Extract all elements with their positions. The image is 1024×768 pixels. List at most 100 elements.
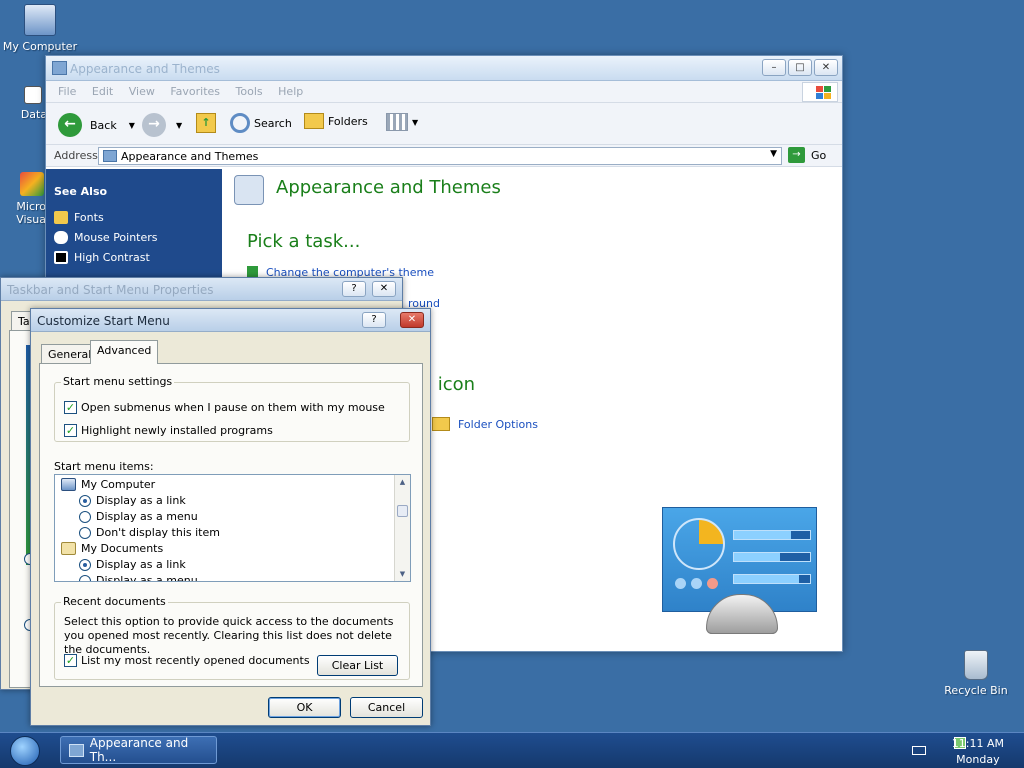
checkbox-checked-icon: ✓ xyxy=(64,424,77,437)
radio-icon xyxy=(79,526,91,539)
checkbox-label: Highlight newly installed programs xyxy=(81,424,273,437)
close-button[interactable]: ✕ xyxy=(400,312,424,328)
back-arrow-icon: ← xyxy=(58,113,82,137)
maximize-button[interactable]: □ xyxy=(788,59,812,76)
computer-icon xyxy=(61,478,76,491)
page-title: Appearance and Themes xyxy=(276,177,501,198)
open-submenus-checkbox[interactable]: ✓ Open submenus when I pause on them wit… xyxy=(64,401,385,414)
up-folder-button[interactable]: ↑ xyxy=(196,113,216,133)
sidebar-heading: See Also xyxy=(54,185,108,198)
close-button[interactable]: ✕ xyxy=(372,281,396,297)
help-button[interactable]: ? xyxy=(342,281,366,297)
start-menu-items-list[interactable]: My Computer Display as a link Display as… xyxy=(54,474,411,582)
sidebar-item-mouse-pointers[interactable]: Mouse Pointers xyxy=(54,231,158,244)
scroll-up-icon[interactable]: ▲ xyxy=(395,475,410,489)
start-button[interactable] xyxy=(10,736,40,766)
menu-file[interactable]: File xyxy=(58,81,76,103)
desktop-icon-label: Micro Visua xyxy=(16,200,46,226)
address-bar: Address Appearance and Themes ▼ → Go xyxy=(46,145,842,167)
menu-view[interactable]: View xyxy=(129,81,155,103)
checkbox-label: List my most recently opened documents xyxy=(81,654,310,667)
explorer-titlebar[interactable]: Appearance and Themes – □ ✕ xyxy=(46,56,842,81)
help-button[interactable]: ? xyxy=(362,312,386,328)
contrast-icon xyxy=(54,251,68,264)
close-button[interactable]: ✕ xyxy=(814,59,838,76)
computer-icon xyxy=(24,4,56,36)
go-button[interactable]: → Go xyxy=(788,147,826,163)
views-button[interactable]: ▼ xyxy=(386,113,418,131)
window-icon xyxy=(52,61,67,75)
radio-display-as-menu[interactable]: Display as a menu xyxy=(79,510,198,523)
folder-options-icon xyxy=(432,417,450,431)
sidebar-item-fonts[interactable]: Fonts xyxy=(54,211,104,224)
clear-list-button[interactable]: Clear List xyxy=(317,655,398,676)
radio-selected-icon xyxy=(79,494,91,507)
control-panel-icon xyxy=(69,743,84,757)
back-button[interactable]: ← Back ▼ xyxy=(58,113,135,137)
radio-label: Display as a menu xyxy=(96,510,198,523)
chevron-down-icon[interactable]: ▼ xyxy=(176,121,182,130)
address-input[interactable]: Appearance and Themes ▼ xyxy=(98,147,782,165)
menu-tools[interactable]: Tools xyxy=(236,81,263,103)
group-label: Recent documents xyxy=(61,595,168,608)
scroll-down-icon[interactable]: ▼ xyxy=(395,567,410,581)
pick-task-heading: Pick a task... xyxy=(247,231,361,252)
radio-display-as-link[interactable]: Display as a link xyxy=(79,494,186,507)
window-title: Appearance and Themes xyxy=(70,62,220,76)
desktop-icon-recycle-bin[interactable]: Recycle Bin xyxy=(936,650,1016,697)
forward-arrow-icon: → xyxy=(142,113,166,137)
radio-icon xyxy=(79,574,91,581)
menu-bar: File Edit View Favorites Tools Help xyxy=(46,81,842,103)
radio-dont-display[interactable]: Don't display this item xyxy=(79,526,220,539)
app-icon xyxy=(20,172,44,196)
scroll-thumb[interactable] xyxy=(397,505,408,517)
control-panel-icon-heading: l icon xyxy=(427,374,476,395)
desktop-icon-microsoft-visual[interactable]: Micro Visua xyxy=(0,172,46,226)
radio-display-as-link[interactable]: Display as a link xyxy=(79,558,186,571)
folders-icon xyxy=(304,113,324,129)
desktop-icon-my-computer[interactable]: My Computer xyxy=(0,4,80,53)
radio-label: Don't display this item xyxy=(96,526,220,539)
customize-titlebar[interactable]: Customize Start Menu ? ✕ xyxy=(31,309,430,332)
back-label: Back xyxy=(90,118,117,132)
dialog-title: Taskbar and Start Menu Properties xyxy=(7,283,214,297)
recent-description: Select this option to provide quick acce… xyxy=(64,615,394,656)
mouse-icon xyxy=(54,231,68,244)
control-panel-icon xyxy=(103,150,117,162)
folder-options-link[interactable]: Folder Options xyxy=(432,417,538,431)
chevron-down-icon[interactable]: ▼ xyxy=(770,149,777,159)
list-recent-checkbox[interactable]: ✓ List my most recently opened documents xyxy=(64,654,310,667)
menu-edit[interactable]: Edit xyxy=(92,81,113,103)
menu-favorites[interactable]: Favorites xyxy=(170,81,220,103)
search-button[interactable]: Search xyxy=(230,113,292,133)
tab-advanced[interactable]: Advanced xyxy=(90,340,159,364)
chevron-down-icon[interactable]: ▼ xyxy=(129,121,135,130)
taskbar-properties-titlebar[interactable]: Taskbar and Start Menu Properties ? ✕ xyxy=(1,278,402,301)
sidebar-item-label: High Contrast xyxy=(74,251,150,264)
arrow-icon xyxy=(247,266,258,277)
clock[interactable]: 11:11 AM Monday xyxy=(952,736,1004,768)
customize-start-menu-dialog: Customize Start Menu ? ✕ General Advance… xyxy=(30,308,431,726)
documents-icon xyxy=(61,542,76,555)
ok-button[interactable]: OK xyxy=(268,697,341,718)
desktop-icon-label: My Computer xyxy=(2,40,78,53)
minimize-button[interactable]: – xyxy=(762,59,786,76)
radio-label: Display as a link xyxy=(96,558,186,571)
list-scrollbar[interactable]: ▲ ▼ xyxy=(394,475,410,581)
highlight-programs-checkbox[interactable]: ✓ Highlight newly installed programs xyxy=(64,424,273,437)
folder-options-label: Folder Options xyxy=(458,417,538,431)
checkbox-checked-icon: ✓ xyxy=(64,654,77,667)
keyboard-icon[interactable] xyxy=(912,746,926,755)
cancel-button[interactable]: Cancel xyxy=(350,697,423,718)
forward-button[interactable]: → ▼ xyxy=(142,113,182,137)
radio-display-as-menu[interactable]: Display as a menu xyxy=(79,574,198,581)
taskbar: Appearance and Th... 11:11 AM Monday xyxy=(0,732,1024,768)
radio-icon xyxy=(79,510,91,523)
sidebar-item-high-contrast[interactable]: High Contrast xyxy=(54,251,150,264)
desktop-icon-label: Recycle Bin xyxy=(944,684,1008,697)
address-value: Appearance and Themes xyxy=(121,150,259,163)
menu-help[interactable]: Help xyxy=(278,81,303,103)
folders-button[interactable]: Folders xyxy=(304,113,368,129)
taskbar-task-appearance[interactable]: Appearance and Th... xyxy=(60,736,217,764)
chevron-down-icon[interactable]: ▼ xyxy=(412,118,418,127)
